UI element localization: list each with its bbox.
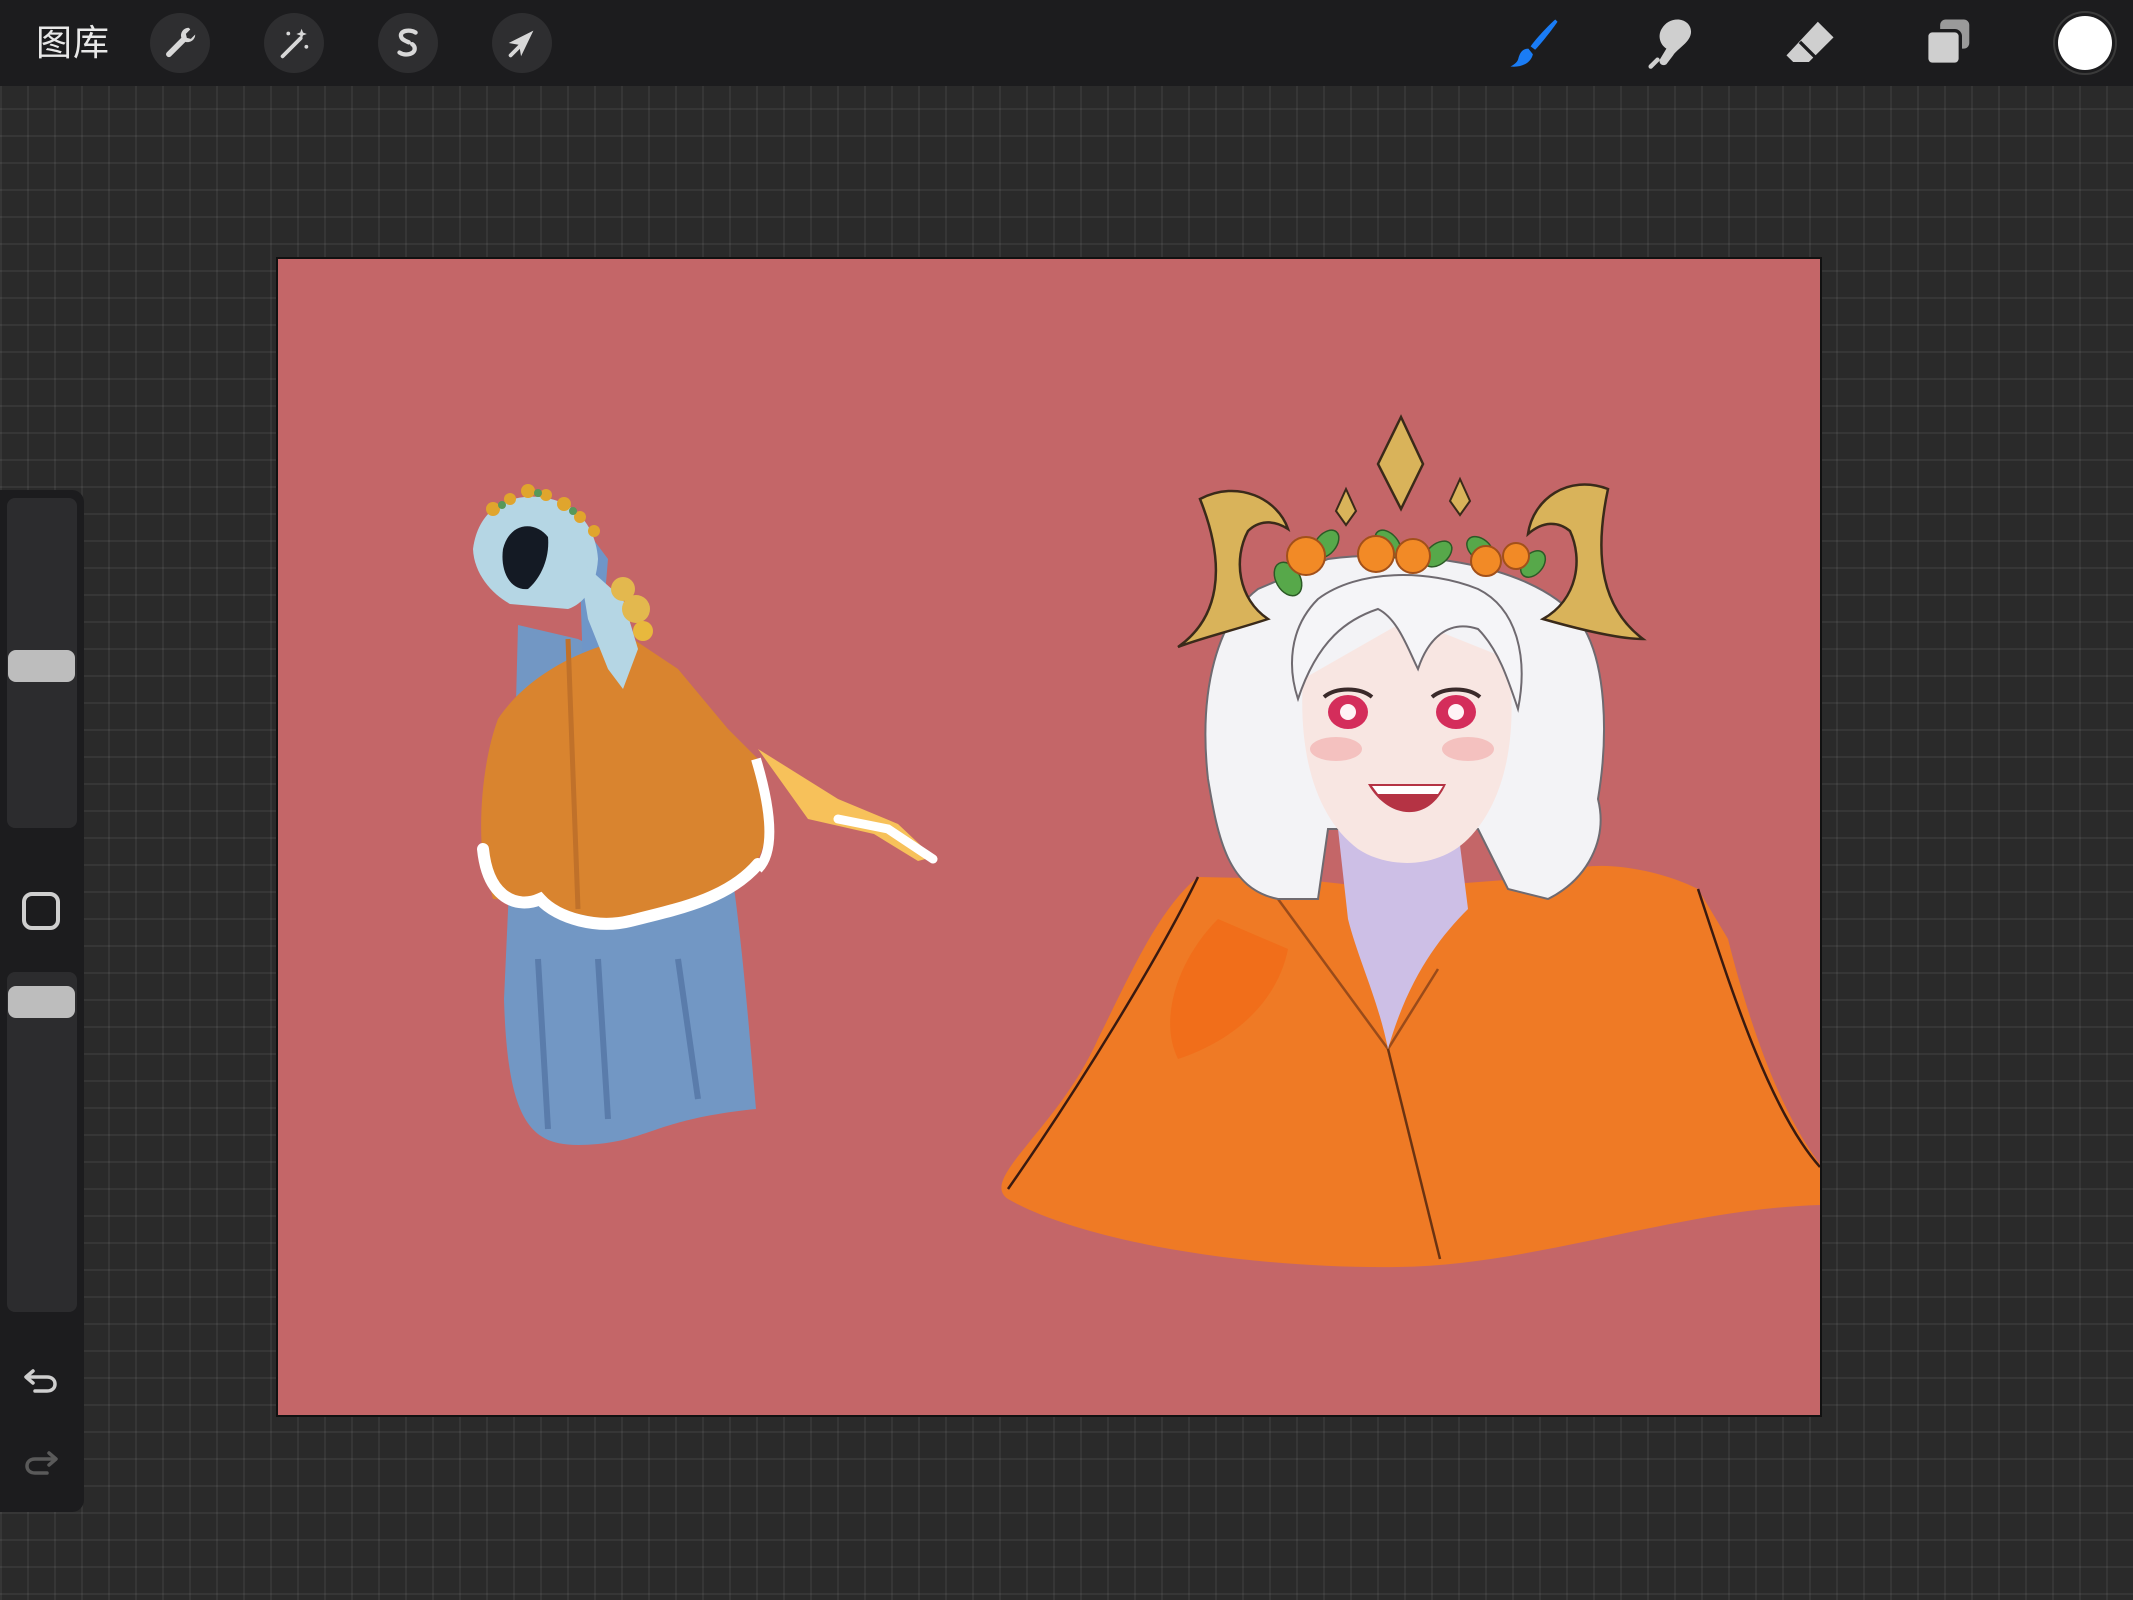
undo-icon — [24, 1369, 57, 1393]
smudge-finger-icon — [1648, 19, 1692, 69]
procreate-app: 图库 — [0, 0, 2133, 1600]
layers-button[interactable] — [1917, 12, 1979, 74]
adjustments-button[interactable] — [264, 13, 324, 73]
modify-button[interactable] — [22, 892, 60, 930]
redo-icon — [25, 1451, 58, 1475]
arrow-cursor-icon — [508, 30, 534, 58]
opacity-slider[interactable] — [7, 972, 77, 1312]
redo-button[interactable] — [20, 1440, 62, 1482]
side-toolbar — [0, 490, 84, 1512]
layers-icon — [1925, 19, 1970, 66]
selection-button[interactable] — [378, 13, 438, 73]
gallery-button[interactable]: 图库 — [36, 20, 110, 68]
paint-tool-button[interactable] — [1503, 12, 1565, 74]
eraser-tool-button[interactable] — [1779, 12, 1841, 74]
selection-s-icon — [397, 28, 418, 57]
brush-icon — [1510, 19, 1558, 67]
drawing-canvas[interactable] — [278, 259, 1820, 1415]
brush-size-slider[interactable] — [7, 498, 77, 828]
transform-button[interactable] — [492, 13, 552, 73]
artwork — [278, 259, 1820, 1415]
top-toolbar: 图库 — [0, 0, 2133, 86]
undo-button[interactable] — [20, 1358, 62, 1400]
color-picker-swatch[interactable] — [2058, 16, 2112, 70]
brush-size-thumb[interactable] — [8, 650, 75, 682]
actions-button[interactable] — [150, 13, 210, 73]
magic-wand-icon — [280, 28, 309, 59]
wrench-icon — [166, 27, 196, 58]
eraser-icon — [1786, 21, 1834, 63]
smudge-tool-button[interactable] — [1641, 12, 1703, 74]
opacity-thumb[interactable] — [8, 986, 75, 1018]
